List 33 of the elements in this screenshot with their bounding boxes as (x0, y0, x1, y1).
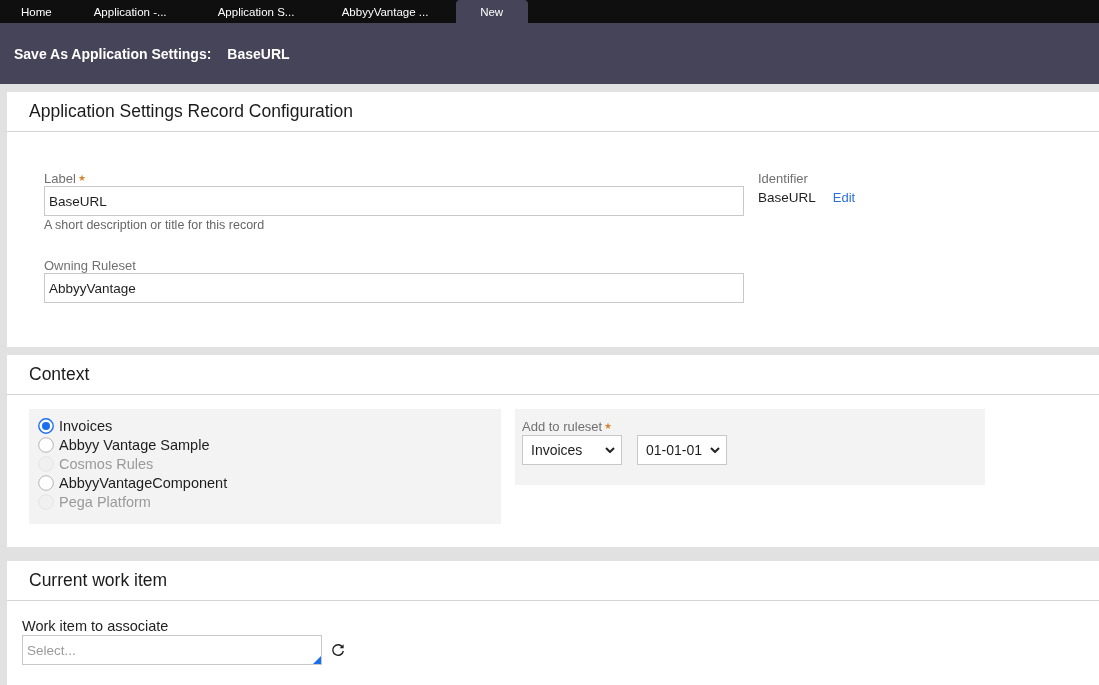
chevron-down-icon (605, 447, 615, 453)
radio-icon[interactable] (38, 474, 54, 491)
tab[interactable]: New (455, 0, 528, 23)
text-input[interactable]: AbbyyVantage (44, 273, 744, 303)
tab[interactable]: Home (0, 0, 73, 23)
text-input[interactable]: BaseURL (44, 186, 744, 216)
field-label: Work item to associate (22, 617, 169, 634)
section-title: Current work item (29, 570, 168, 591)
tab[interactable]: Application -... (72, 0, 197, 23)
identifier-value: BaseURL (758, 189, 816, 205)
help-text: A short description or title for this record (44, 218, 265, 233)
edit-link[interactable]: Edit (832, 189, 856, 205)
radio-icon[interactable] (38, 436, 54, 453)
field-label: Identifier (758, 170, 808, 186)
corner-triangle-icon (313, 656, 321, 664)
page-title: Save As Application Settings: (14, 45, 212, 62)
tab[interactable]: AbbyyVantage ... (320, 0, 445, 23)
field-label: Owning Ruleset (44, 257, 136, 273)
section-title: Application Settings Record Configuration (29, 101, 353, 122)
radio-option[interactable]: Invoices (38, 416, 113, 435)
section-title: Context (29, 364, 90, 385)
radio-icon[interactable] (38, 417, 54, 434)
ruleset-dropdown[interactable]: Invoices (522, 435, 622, 465)
radio-option[interactable]: AbbyyVantageComponent (38, 473, 228, 492)
field-label: Add to ruleset (522, 418, 603, 434)
version-dropdown[interactable]: 01-01-01 (637, 435, 727, 465)
refresh-icon[interactable] (331, 643, 345, 657)
field-label: Label (44, 170, 76, 186)
tab[interactable]: Application S... (196, 0, 321, 23)
chevron-down-icon (710, 447, 720, 453)
radio-option[interactable]: Abbyy Vantage Sample (38, 435, 210, 454)
work-item-select-field[interactable]: Select... (22, 635, 322, 665)
record-name: BaseURL (227, 45, 290, 62)
